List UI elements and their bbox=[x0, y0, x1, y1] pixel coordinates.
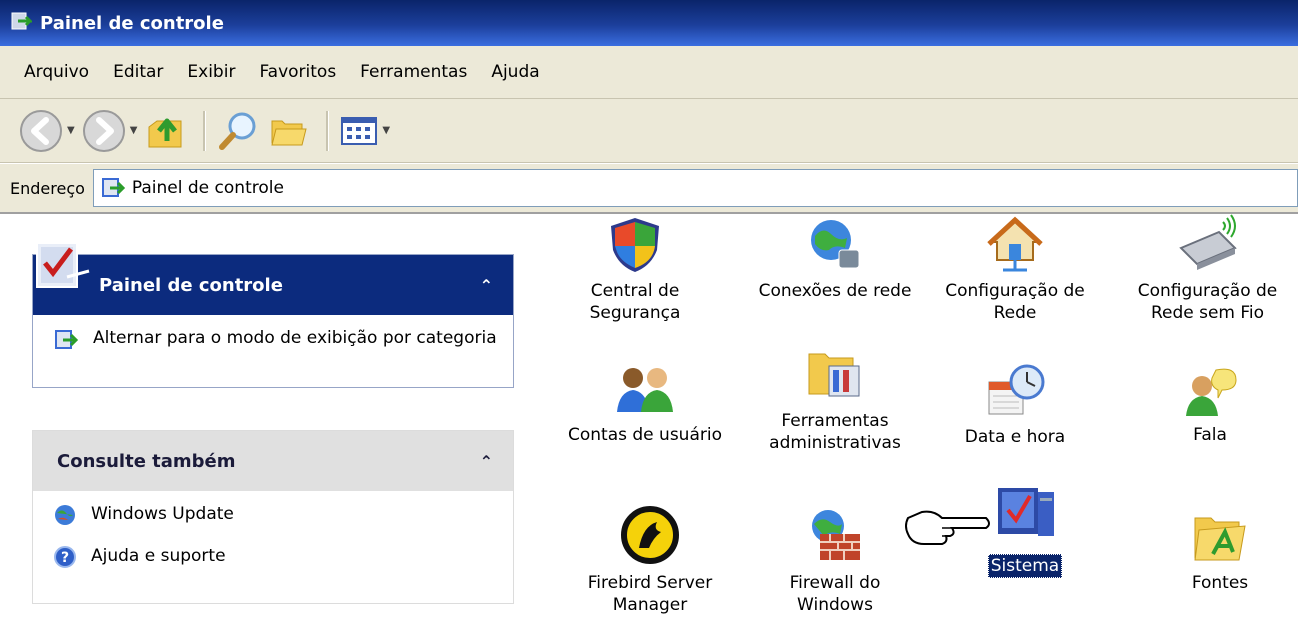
computer-system-icon bbox=[998, 488, 1054, 536]
address-bar: Endereço Painel de controle bbox=[0, 164, 1298, 214]
item-conexoes-rede[interactable]: Conexões de rede bbox=[740, 214, 930, 302]
collapse-chevron-icon[interactable]: ⌃ bbox=[480, 276, 493, 295]
menu-bar: Arquivo Editar Exibir Favoritos Ferramen… bbox=[0, 46, 1298, 99]
item-fontes[interactable]: Fontes bbox=[1160, 484, 1280, 594]
switch-category-view-link[interactable]: Alternar para o modo de exibição por cat… bbox=[53, 327, 497, 359]
item-label: Firebird Server Manager bbox=[587, 573, 713, 615]
users-icon bbox=[617, 368, 673, 412]
search-icon bbox=[219, 112, 256, 150]
forward-arrow-icon bbox=[82, 109, 125, 152]
firebird-icon bbox=[621, 506, 679, 564]
views-button[interactable]: ▼ bbox=[339, 113, 390, 149]
folders-icon bbox=[271, 120, 308, 145]
forward-button[interactable]: ▼ bbox=[81, 108, 138, 154]
task-pane: Painel de controle ⌃ Alternar para o mod… bbox=[0, 214, 540, 628]
address-label: Endereço bbox=[10, 178, 85, 198]
item-label-selected: Sistema bbox=[987, 554, 1063, 578]
switch-view-label: Alternar para o modo de exibição por cat… bbox=[93, 328, 497, 348]
item-central-seguranca[interactable]: Central de Segurança bbox=[560, 214, 710, 324]
admin-tools-icon bbox=[808, 353, 860, 397]
control-panel-items: Central de Segurança Conexões de rede Co… bbox=[540, 214, 1298, 628]
menu-exibir[interactable]: Exibir bbox=[175, 62, 247, 82]
pointing-hand-icon bbox=[902, 504, 992, 552]
item-label: Firewall do Windows bbox=[789, 573, 881, 615]
views-icon bbox=[341, 116, 378, 145]
security-shield-icon bbox=[611, 218, 659, 272]
control-panel-checklist-icon bbox=[31, 233, 93, 300]
menu-arquivo[interactable]: Arquivo bbox=[0, 62, 101, 82]
item-fala[interactable]: Fala bbox=[1140, 362, 1280, 446]
window-title: Painel de controle bbox=[40, 12, 224, 34]
windows-update-globe-icon bbox=[53, 503, 77, 533]
item-firebird-server-manager[interactable]: Firebird Server Manager bbox=[565, 484, 735, 616]
windows-update-label: Windows Update bbox=[91, 504, 234, 524]
up-folder-button[interactable] bbox=[143, 109, 187, 153]
help-question-icon: ? bbox=[53, 545, 77, 575]
item-label: Ferramentas administrativas bbox=[769, 411, 901, 453]
item-contas-usuario[interactable]: Contas de usuário bbox=[560, 362, 730, 446]
folders-button[interactable] bbox=[266, 109, 310, 153]
item-label: Data e hora bbox=[964, 427, 1066, 447]
toolbar-separator bbox=[203, 110, 207, 151]
item-configuracao-rede-sem-fio[interactable]: Configuração de Rede sem Fio bbox=[1125, 214, 1290, 324]
toolbar: ▼ ▼ ▼ bbox=[0, 99, 1298, 163]
back-button[interactable]: ▼ bbox=[18, 108, 75, 154]
svg-text:?: ? bbox=[61, 550, 69, 566]
task-header-title: Painel de controle bbox=[99, 274, 283, 296]
menu-favoritos[interactable]: Favoritos bbox=[247, 62, 348, 82]
chevron-down-icon[interactable]: ▼ bbox=[382, 125, 390, 136]
calendar-clock-icon bbox=[988, 364, 1045, 415]
control-panel-task-box: Painel de controle ⌃ Alternar para o mod… bbox=[32, 242, 514, 388]
home-network-icon bbox=[987, 216, 1043, 272]
help-support-link[interactable]: ? Ajuda e suporte bbox=[53, 545, 497, 575]
item-data-hora[interactable]: Data e hora bbox=[940, 362, 1090, 448]
toolbar-separator bbox=[326, 110, 330, 151]
up-folder-icon bbox=[148, 118, 182, 147]
address-input[interactable]: Painel de controle bbox=[92, 169, 1298, 207]
item-label: Central de Segurança bbox=[589, 281, 681, 323]
item-label: Fontes bbox=[1191, 573, 1249, 593]
menu-ferramentas[interactable]: Ferramentas bbox=[348, 62, 479, 82]
control-panel-task-header[interactable]: Painel de controle ⌃ bbox=[33, 242, 513, 315]
see-also-title: Consulte também bbox=[57, 450, 236, 472]
wireless-icon bbox=[1178, 214, 1237, 270]
item-label: Configuração de Rede bbox=[945, 281, 1085, 323]
see-also-header[interactable]: Consulte também ⌃ bbox=[33, 431, 513, 491]
see-also-body: Windows Update ? Ajuda e suporte bbox=[33, 491, 513, 603]
item-ferramentas-administrativas[interactable]: Ferramentas administrativas bbox=[750, 344, 920, 454]
fonts-folder-icon bbox=[1194, 517, 1246, 561]
windows-update-link[interactable]: Windows Update bbox=[53, 503, 497, 533]
item-label: Fala bbox=[1193, 425, 1227, 445]
menu-editar[interactable]: Editar bbox=[101, 62, 175, 82]
control-panel-icon bbox=[10, 10, 34, 37]
help-support-label: Ajuda e suporte bbox=[91, 546, 226, 566]
back-arrow-icon bbox=[20, 109, 62, 152]
title-bar[interactable]: Painel de controle bbox=[0, 0, 1298, 46]
item-label: Configuração de Rede sem Fio bbox=[1137, 281, 1278, 323]
see-also-task-box: Consulte também ⌃ Windows Update ? Ajuda… bbox=[32, 430, 514, 604]
item-configuracao-rede[interactable]: Configuração de Rede bbox=[935, 214, 1095, 324]
search-button[interactable] bbox=[216, 109, 260, 153]
control-panel-icon bbox=[101, 178, 126, 197]
speech-icon bbox=[1186, 368, 1237, 416]
switch-view-icon bbox=[53, 327, 79, 359]
chevron-down-icon[interactable]: ▼ bbox=[130, 125, 138, 136]
firewall-icon bbox=[812, 510, 860, 560]
collapse-chevron-icon[interactable]: ⌃ bbox=[480, 452, 493, 471]
network-globe-icon bbox=[811, 220, 860, 269]
task-body: Alternar para o modo de exibição por cat… bbox=[33, 315, 513, 387]
item-firewall-windows[interactable]: Firewall do Windows bbox=[760, 484, 910, 616]
chevron-down-icon[interactable]: ▼ bbox=[67, 125, 75, 136]
item-label: Contas de usuário bbox=[568, 425, 722, 445]
menu-ajuda[interactable]: Ajuda bbox=[479, 62, 551, 82]
address-value: Painel de controle bbox=[131, 178, 284, 198]
item-label: Conexões de rede bbox=[758, 281, 912, 301]
